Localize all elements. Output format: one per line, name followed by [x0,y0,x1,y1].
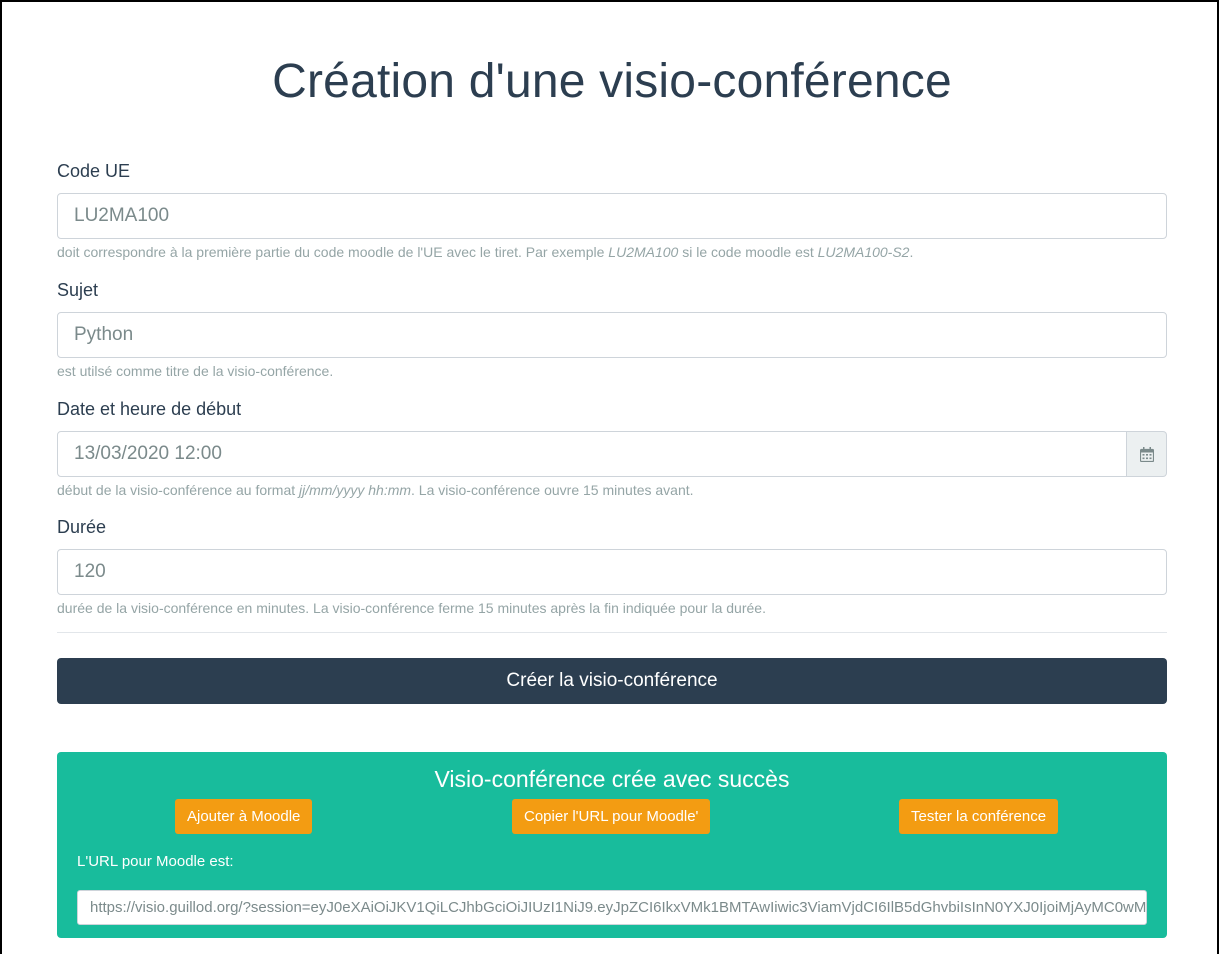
code-ue-help-suffix: . [909,244,914,260]
date-help-format: jj/mm/yyyy hh:mm [299,482,412,498]
duree-help: durée de la visio-conférence en minutes.… [57,600,766,616]
date-help-text: début de la visio-conférence au format [57,482,300,498]
code-ue-help-example-full: LU2MA100-S2 [817,244,910,260]
success-title: Visio-conférence crée avec succès [434,766,790,792]
code-ue-group: Code UE LU2MA100 doit correspondre à la … [57,160,1167,261]
code-ue-help-text: doit correspondre à la première partie d… [57,244,609,260]
add-to-moodle-button[interactable]: Ajouter à Moodle [175,799,313,834]
code-ue-input[interactable]: LU2MA100 [57,193,1167,239]
divider [57,632,1167,633]
code-ue-help-example: LU2MA100 [608,244,679,260]
code-ue-help-text-middle: si le code moodle est [678,244,818,260]
calendar-button[interactable] [1127,431,1167,477]
url-label: L'URL pour Moodle est: [77,853,234,870]
date-help: début de la visio-conférence au format j… [57,481,1167,499]
duree-input[interactable]: 120 [57,549,1167,595]
success-panel: Visio-conférence crée avec succès Ajoute… [57,752,1167,938]
date-help-suffix: . La visio-conférence ouvre 15 minutes a… [411,482,694,498]
date-label: Date et heure de début [57,399,242,419]
calendar-icon [1139,446,1154,462]
duree-label: Durée [57,517,107,537]
date-group: Date et heure de début 13/03/2020 12:00 [57,398,1167,499]
create-conference-button[interactable]: Créer la visio-conférence [57,658,1167,704]
date-input-group: 13/03/2020 12:00 [57,431,1167,477]
sujet-group: Sujet Python est utilsé comme titre de l… [57,279,1167,380]
sujet-help: est utilsé comme titre de la visio-confé… [57,363,334,379]
sujet-input[interactable]: Python [57,312,1167,358]
moodle-url-field[interactable]: https://visio.guillod.org/?session=eyJ0e… [77,890,1147,925]
test-conference-button[interactable]: Tester la conférence [899,799,1059,834]
code-ue-label: Code UE [57,161,131,181]
copy-url-button[interactable]: Copier l'URL pour Moodle' [512,799,711,834]
page-title: Création d'une visio-conférence [272,55,952,108]
page-frame: Création d'une visio-conférence Code UE … [0,0,1219,954]
duree-group: Durée 120 durée de la visio-conférence e… [57,516,1167,617]
date-input[interactable]: 13/03/2020 12:00 [57,431,1127,477]
code-ue-help: doit correspondre à la première partie d… [57,243,1167,261]
sujet-label: Sujet [57,280,99,300]
